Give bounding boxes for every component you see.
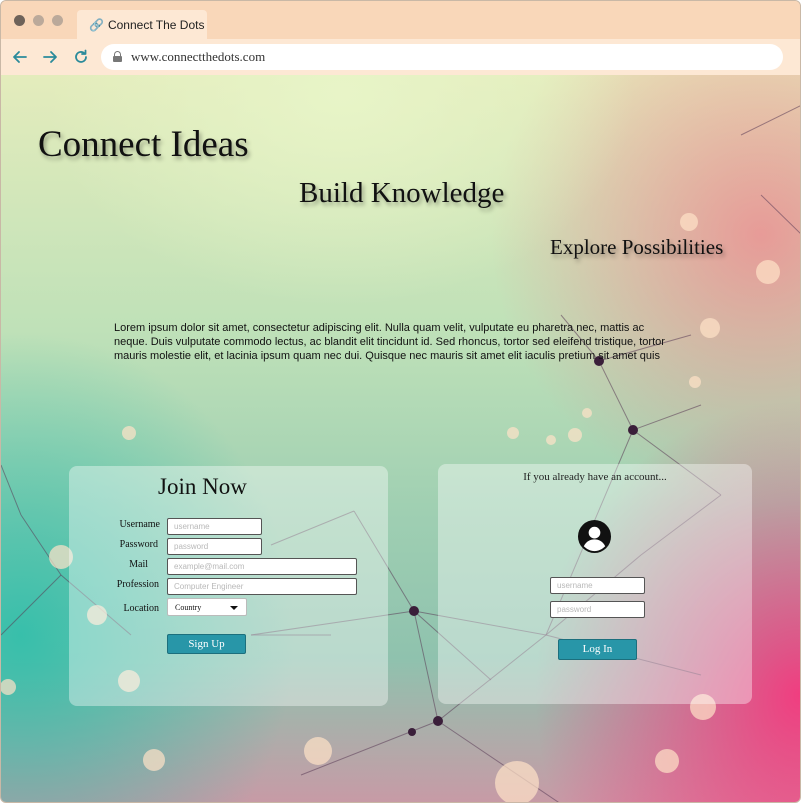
heading-connect-ideas: Connect Ideas [38, 124, 249, 165]
lock-icon [113, 51, 122, 62]
location-label: Location [123, 603, 159, 614]
chevron-down-icon [230, 606, 238, 610]
arrow-right-icon[interactable] [40, 47, 60, 67]
title-bar: 🔗 Connect The Dots [1, 1, 800, 40]
profession-label: Profession [116, 579, 159, 590]
location-select-value: Country [175, 603, 202, 612]
page-content: Connect Ideas Build Knowledge Explore Po… [1, 75, 800, 802]
location-select[interactable]: Country [167, 598, 247, 616]
tab-title: Connect The Dots [107, 18, 205, 32]
arrow-left-icon[interactable] [10, 47, 30, 67]
browser-tab[interactable]: 🔗 Connect The Dots [77, 10, 207, 40]
signup-title: Join Now [158, 474, 247, 499]
signup-password-input[interactable] [167, 538, 262, 555]
password-label: Password [119, 539, 158, 550]
address-bar[interactable]: www.connectthedots.com [101, 44, 783, 70]
link-icon: 🔗 [89, 18, 104, 32]
close-window-button[interactable] [14, 15, 25, 26]
browser-toolbar: www.connectthedots.com [1, 39, 800, 75]
username-label: Username [119, 519, 160, 530]
log-in-button[interactable]: Log In [558, 639, 637, 660]
browser-window: 🔗 Connect The Dots www.connectthedots.co… [0, 0, 801, 803]
heading-build-knowledge: Build Knowledge [299, 177, 505, 209]
signup-profession-input[interactable] [167, 578, 357, 595]
signup-mail-input[interactable] [167, 558, 357, 575]
url-text: www.connectthedots.com [131, 49, 266, 64]
maximize-window-button[interactable] [52, 15, 63, 26]
sign-up-button[interactable]: Sign Up [167, 634, 246, 654]
minimize-window-button[interactable] [33, 15, 44, 26]
intro-paragraph: Lorem ipsum dolor sit amet, consectetur … [114, 322, 665, 362]
login-password-input[interactable] [550, 601, 645, 618]
reload-icon[interactable] [71, 47, 91, 67]
login-username-input[interactable] [550, 577, 645, 594]
mail-label: Mail [129, 559, 148, 570]
user-circle-icon [577, 519, 612, 554]
heading-explore-possibilities: Explore Possibilities [550, 235, 724, 259]
signup-username-input[interactable] [167, 518, 262, 535]
login-hint: If you already have an account... [523, 471, 667, 483]
